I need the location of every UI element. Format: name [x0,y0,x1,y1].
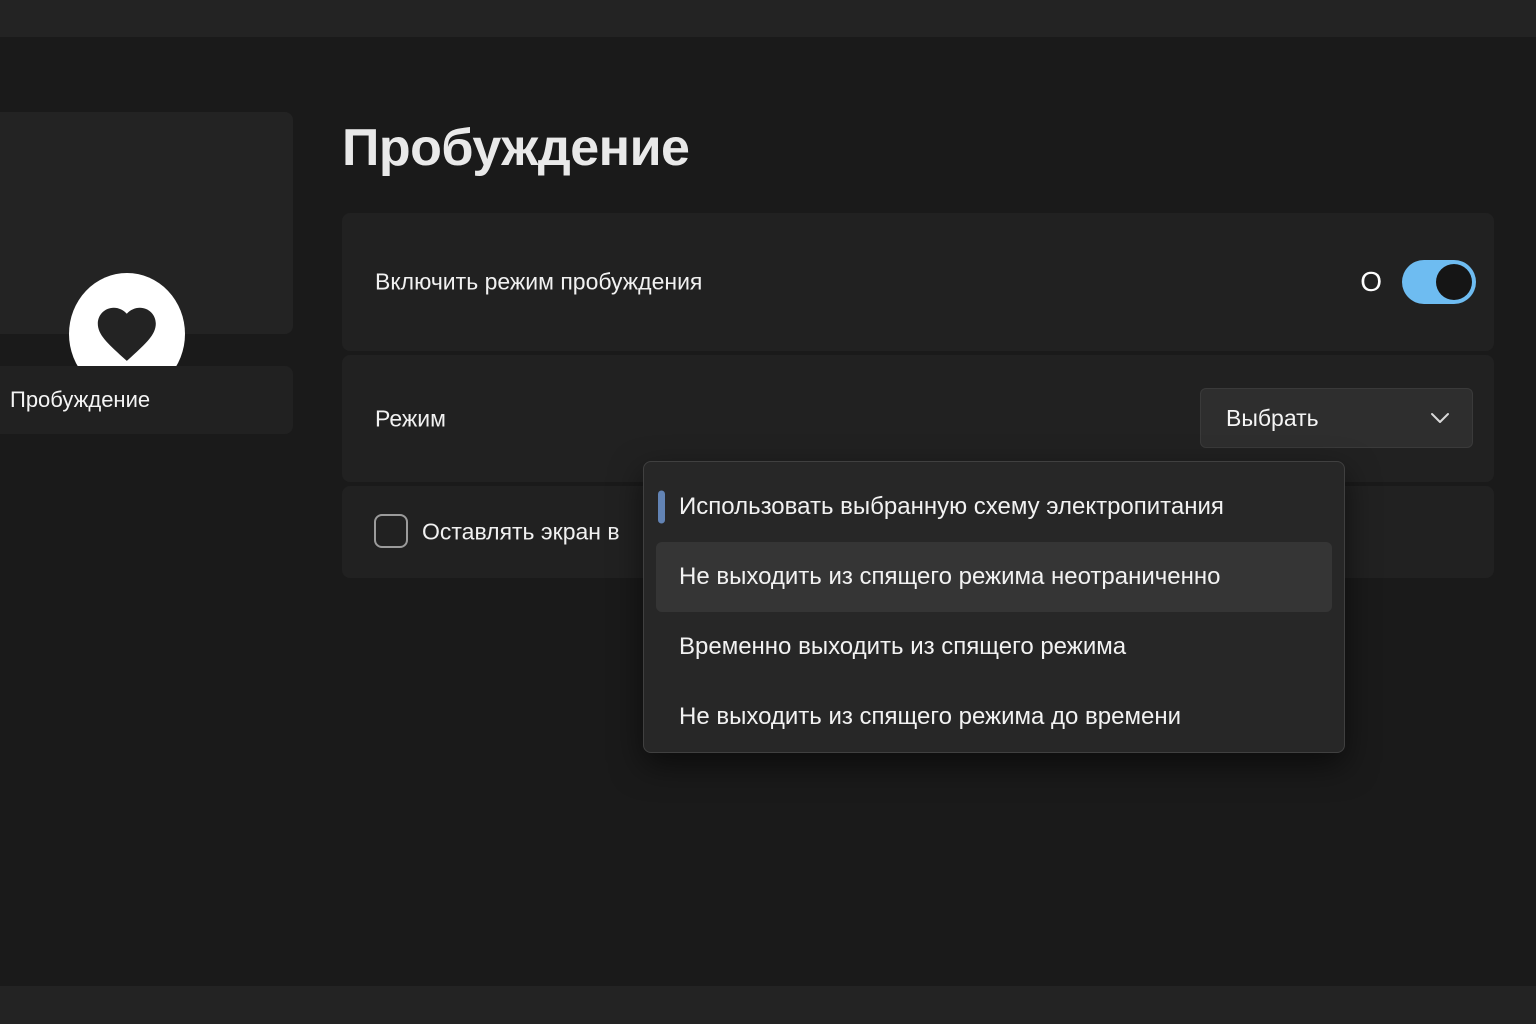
wake-toggle-card: Включить режим пробуждения О [342,213,1494,351]
dropdown-item-label: Использовать выбранную схему электропита… [679,493,1224,521]
sidebar-item-label: Пробуждение [10,387,150,413]
wake-mode-toggle[interactable] [1402,260,1476,304]
dropdown-item-label: Не выходить из спящего режима до времени [679,703,1181,731]
toggle-state-text: О [1360,266,1382,298]
mode-select-button-label: Выбрать [1226,405,1319,432]
mode-select-button[interactable]: Выбрать [1200,388,1473,448]
settings-window: Пробуждение Пробуждение Включить режим п… [0,0,1536,1024]
toggle-knob [1436,264,1472,300]
dropdown-item-no-sleep-unlimited[interactable]: Не выходить из спящего режима неотраниче… [656,542,1332,612]
dropdown-item-temporary-wake[interactable]: Временно выходить из спящего режима [656,612,1332,682]
mode-dropdown-menu: Использовать выбранную схему электропита… [643,461,1345,753]
selected-item-indicator [658,491,665,524]
screen-checkbox[interactable] [374,514,408,548]
page-title: Пробуждение [342,118,689,178]
hero-card [0,112,293,334]
title-bar [0,0,1536,37]
sidebar-item-wake[interactable]: Пробуждение [0,366,293,434]
mode-label: Режим [375,405,446,432]
dropdown-item-label: Временно выходить из спящего режима [679,633,1126,661]
dropdown-item-label: Не выходить из спящего режима неотраниче… [679,563,1221,591]
screen-option-label: Оставлять экран в [422,519,620,546]
dropdown-item-use-power-scheme[interactable]: Использовать выбранную схему электропита… [656,472,1332,542]
wake-toggle-label: Включить режим пробуждения [375,269,702,296]
chevron-down-icon [1430,412,1450,424]
dropdown-item-no-sleep-until-time[interactable]: Не выходить из спящего режима до времени [656,682,1332,752]
bottom-bar [0,986,1536,1024]
